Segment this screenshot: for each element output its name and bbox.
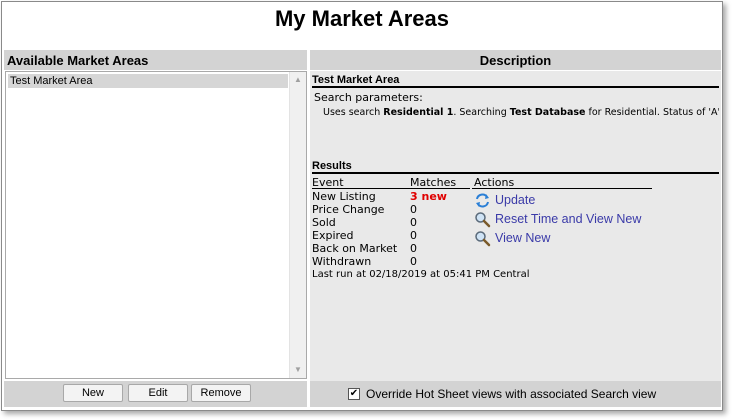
search-params-text: Uses search Residential 1. Searching Tes… (323, 107, 719, 118)
event-back-on-market: Back on Market (312, 242, 398, 255)
scroll-down-arrow-icon[interactable]: ▼ (290, 362, 306, 378)
market-areas-window: My Market Areas Available Market Areas T… (1, 1, 723, 411)
scroll-up-arrow-icon[interactable]: ▲ (290, 72, 306, 88)
heading-divider (312, 86, 719, 88)
matches-price-change: 0 (410, 203, 417, 216)
page-title: My Market Areas (274, 6, 450, 31)
view-new-label: View New (495, 231, 551, 245)
matches-expired: 0 (410, 229, 417, 242)
area-name-heading: Test Market Area (312, 74, 400, 86)
right-panel-footer: ✔ Override Hot Sheet views with associat… (310, 381, 721, 407)
matches-sold: 0 (410, 216, 417, 229)
refresh-icon (476, 193, 489, 208)
update-label: Update (495, 193, 536, 207)
override-checkbox[interactable]: ✔ (348, 388, 360, 400)
event-new-listing: New Listing (312, 190, 376, 203)
event-expired: Expired (312, 229, 354, 242)
override-option[interactable]: ✔ Override Hot Sheet views with associat… (348, 387, 656, 401)
left-panel-footer: New Edit Remove (4, 381, 307, 407)
results-divider (312, 172, 719, 174)
listbox-scrollbar[interactable]: ▲ ▼ (289, 72, 306, 378)
list-item[interactable]: Test Market Area (8, 74, 288, 88)
override-label: Override Hot Sheet views with associated… (366, 387, 657, 401)
magnifier-icon (475, 212, 491, 228)
edit-button[interactable]: Edit (128, 384, 188, 402)
columns-divider (312, 188, 470, 189)
matches-new-listing: 3 new (410, 190, 447, 203)
event-price-change: Price Change (312, 203, 385, 216)
event-withdrawn: Withdrawn (312, 255, 372, 268)
description-panel: Test Market Area Search parameters: Uses… (310, 71, 721, 381)
market-areas-listbox[interactable]: Test Market Area ▲ ▼ (5, 71, 307, 379)
available-areas-header: Available Market Areas (4, 50, 307, 70)
reset-time-view-new-label: Reset Time and View New (495, 212, 642, 226)
last-run-text: Last run at 02/18/2019 at 05:41 PM Centr… (312, 269, 530, 280)
results-heading: Results (312, 160, 352, 172)
remove-button[interactable]: Remove (191, 384, 251, 402)
magnifier-icon (475, 231, 491, 247)
actions-divider (472, 188, 652, 189)
search-params-label: Search parameters: (314, 91, 423, 104)
description-header: Description (310, 50, 721, 70)
new-button[interactable]: New (63, 384, 123, 402)
event-sold: Sold (312, 216, 336, 229)
matches-withdrawn: 0 (410, 255, 417, 268)
matches-back-on-market: 0 (410, 242, 417, 255)
